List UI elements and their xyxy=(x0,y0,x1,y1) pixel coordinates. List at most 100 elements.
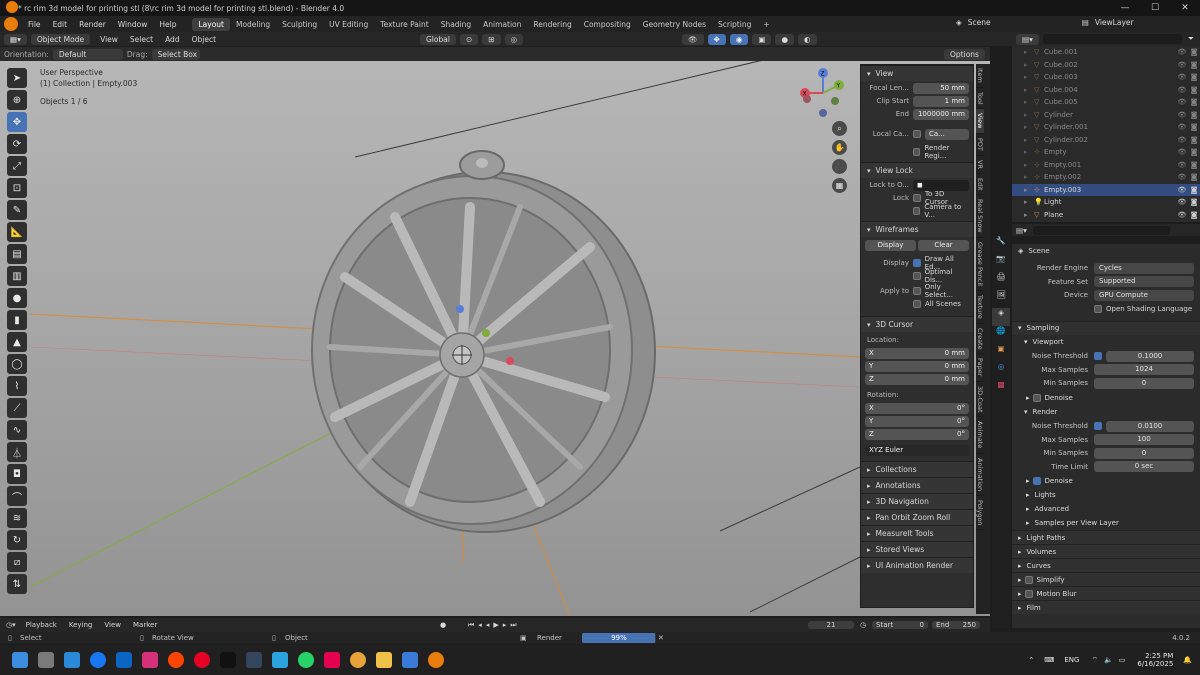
film-section[interactable]: ▸ Film xyxy=(1012,600,1200,614)
outliner-item[interactable]: ▸ ⊹ Empty.001 👁 ◙ xyxy=(1012,159,1200,172)
tab-pdt[interactable]: PDT xyxy=(976,134,984,156)
outliner-item[interactable]: ▸ 💡 Light 👁 ◙ xyxy=(1012,196,1200,209)
menu-object[interactable]: Object xyxy=(186,35,222,44)
eye-icon[interactable]: 👁 xyxy=(1176,211,1188,219)
sampling-section[interactable]: ▾ Sampling xyxy=(1012,320,1200,335)
pinterest-icon[interactable] xyxy=(194,652,210,668)
camera-render-icon[interactable]: ◙ xyxy=(1188,161,1200,169)
expand-arrow-icon[interactable]: ▸ xyxy=(1024,123,1034,131)
orientation-dropdown[interactable]: Default xyxy=(52,48,123,60)
tab-modeling[interactable]: Modeling xyxy=(230,18,276,31)
preview-range-icon[interactable]: ◷ xyxy=(860,621,866,629)
rotation-mode-dropdown[interactable]: XYZ Euler xyxy=(865,444,969,456)
xray-icon[interactable]: ▣ xyxy=(752,33,772,45)
menu-timeline-view[interactable]: View xyxy=(104,621,121,629)
filter-icon[interactable]: ⏷ xyxy=(1188,34,1194,44)
teams-icon[interactable] xyxy=(64,652,80,668)
menu-window[interactable]: Window xyxy=(112,20,154,29)
3d-cursor-section-header[interactable]: ▾ 3D Cursor xyxy=(861,316,973,332)
output-props-icon[interactable]: 🖨 xyxy=(992,272,1010,290)
display-button[interactable]: Display xyxy=(865,239,916,251)
render-noise-field[interactable]: 0.0100 xyxy=(1106,420,1194,432)
end-frame-field[interactable]: End 250 xyxy=(932,621,980,629)
tool-props-icon[interactable]: 🔧 xyxy=(992,236,1010,254)
outliner-search-input[interactable] xyxy=(1042,34,1182,44)
eye-icon[interactable]: 👁 xyxy=(1176,186,1188,194)
samples-per-view-layer-subsection[interactable]: ▸ Samples per View Layer xyxy=(1012,516,1200,530)
tab-animation[interactable]: Animation xyxy=(477,18,527,31)
feature-set-dropdown[interactable]: Supported xyxy=(1094,276,1194,287)
expand-arrow-icon[interactable]: ▸ xyxy=(1024,211,1034,219)
menu-select[interactable]: Select xyxy=(124,35,159,44)
tab-paper[interactable]: Paper xyxy=(976,354,984,382)
windows-start-icon[interactable] xyxy=(12,652,28,668)
pan-hand-icon[interactable]: ✋ xyxy=(832,140,847,155)
telegram-icon[interactable] xyxy=(272,652,288,668)
menu-add[interactable]: Add xyxy=(159,35,186,44)
render-region-checkbox[interactable] xyxy=(913,148,921,156)
camera-render-icon[interactable]: ◙ xyxy=(1188,48,1200,56)
tab-view[interactable]: View xyxy=(976,109,984,134)
clip-end-field[interactable]: 1000000 mm xyxy=(913,108,969,120)
osl-checkbox[interactable] xyxy=(1094,304,1102,313)
focal-length-field[interactable]: 50 mm xyxy=(913,82,969,94)
world-props-icon[interactable]: 🌐 xyxy=(992,326,1010,344)
outliner-item[interactable]: ▸ ▽ Cube.005 👁 ◙ xyxy=(1012,96,1200,109)
instagram-icon[interactable] xyxy=(142,652,158,668)
add-workspace-icon[interactable]: + xyxy=(757,18,775,31)
pivot-icon[interactable]: ⊙ xyxy=(459,33,479,45)
gizmo-toggle-icon[interactable]: ✥ xyxy=(707,33,726,45)
expand-arrow-icon[interactable]: ▸ xyxy=(1024,136,1034,144)
viewport-denoise-subsection[interactable]: ▸ Denoise xyxy=(1012,391,1200,405)
collections-section[interactable]: ▸ Collections xyxy=(861,461,973,477)
render-noise-checkbox[interactable] xyxy=(1094,422,1102,430)
youtube-music-icon[interactable] xyxy=(324,652,340,668)
lock-to-object-field[interactable]: ◼ xyxy=(913,179,969,191)
tab-rendering[interactable]: Rendering xyxy=(527,18,577,31)
tab-texture-paint[interactable]: Texture Paint xyxy=(374,18,434,31)
tray-expand-icon[interactable]: ⌃ xyxy=(1028,656,1034,664)
record-icon[interactable]: ● xyxy=(440,621,446,629)
eye-icon[interactable]: 👁 xyxy=(1176,111,1188,119)
clock[interactable]: 2:25 PM 6/16/2025 xyxy=(1137,652,1173,668)
viewport-max-samples-field[interactable]: 1024 xyxy=(1094,364,1194,375)
visibility-icon[interactable]: 👁 xyxy=(682,33,704,45)
menu-keying[interactable]: Keying xyxy=(69,621,93,629)
spin-tool-icon[interactable]: ↻ xyxy=(7,530,27,550)
camera-render-icon[interactable]: ◙ xyxy=(1188,73,1200,81)
camera-render-icon[interactable]: ◙ xyxy=(1188,111,1200,119)
view-section-header[interactable]: ▾ View xyxy=(861,65,973,81)
volumes-section[interactable]: ▸ Volumes xyxy=(1012,544,1200,558)
mode-dropdown[interactable]: Object Mode xyxy=(30,33,91,45)
menu-playback[interactable]: Playback xyxy=(26,621,57,629)
cancel-render-icon[interactable]: ✕ xyxy=(658,634,664,642)
physics-props-icon[interactable]: ◎ xyxy=(992,362,1010,380)
outliner-item[interactable]: ▸ ▽ Cube.004 👁 ◙ xyxy=(1012,84,1200,97)
outliner-item[interactable]: ▸ ▽ Plane 👁 ◙ xyxy=(1012,209,1200,222)
outliner-item[interactable]: ▸ ▽ Cube.001 👁 ◙ xyxy=(1012,46,1200,59)
eye-icon[interactable]: 👁 xyxy=(1176,173,1188,181)
bend-tool-icon[interactable]: ⌒ xyxy=(7,486,27,506)
tab-texture[interactable]: Texture xyxy=(976,291,984,324)
blender-menu-icon[interactable] xyxy=(4,17,18,31)
tiktok-icon[interactable] xyxy=(220,652,236,668)
language-indicator[interactable]: ENG xyxy=(1064,656,1079,664)
options-dropdown[interactable]: Options xyxy=(944,48,985,60)
expand-arrow-icon[interactable]: ▸ xyxy=(1024,73,1034,81)
view-layer-name[interactable]: ViewLayer xyxy=(1095,18,1134,27)
grid-icon[interactable]: ▦ xyxy=(832,178,847,193)
view-layer-icon[interactable]: ▤ xyxy=(1082,18,1089,27)
tab-scripting[interactable]: Scripting xyxy=(712,18,757,31)
texture-props-icon[interactable]: ▩ xyxy=(992,380,1010,398)
annotations-section[interactable]: ▸ Annotations xyxy=(861,477,973,493)
optimal-display-checkbox[interactable] xyxy=(913,272,921,280)
advanced-subsection[interactable]: ▸ Advanced xyxy=(1012,502,1200,516)
outliner-item[interactable]: ▸ ▽ Cylinder.002 👁 ◙ xyxy=(1012,134,1200,147)
playback-controls[interactable]: ⏮◂◂▶▸⏭ xyxy=(468,621,521,630)
tab-3d-coat[interactable]: 3D-Coat xyxy=(976,382,984,418)
move-tool-icon[interactable]: ✥ xyxy=(7,112,27,132)
outliner-item[interactable]: ▸ ▽ Cube.002 👁 ◙ xyxy=(1012,59,1200,72)
add-cube2-tool-icon[interactable]: ▥ xyxy=(7,266,27,286)
cursor-rotation-x[interactable]: X 0° xyxy=(865,402,969,414)
eye-icon[interactable]: 👁 xyxy=(1176,198,1188,206)
